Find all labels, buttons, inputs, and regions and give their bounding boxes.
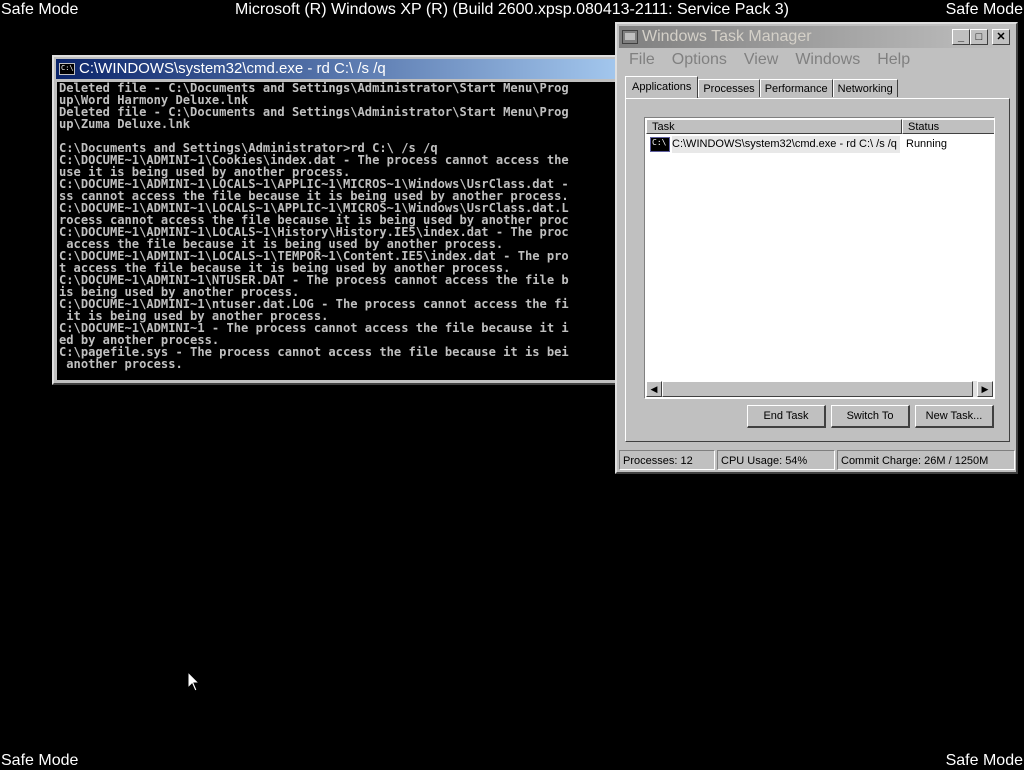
status-processes: Processes: 12 — [619, 450, 715, 470]
status-cpu-usage: CPU Usage: 54% — [717, 450, 835, 470]
horizontal-scrollbar[interactable]: ◀ ▶ — [646, 381, 993, 397]
minimize-button[interactable]: _ — [952, 29, 970, 45]
task-manager-title-text: Windows Task Manager — [642, 28, 812, 45]
scroll-left-arrow-icon[interactable]: ◀ — [646, 381, 662, 397]
safe-mode-label-bottom-right: Safe Mode — [945, 752, 1023, 769]
status-commit-charge: Commit Charge: 26M / 1250M — [837, 450, 1015, 470]
column-header-task[interactable]: Task — [646, 119, 902, 134]
menu-file[interactable]: File — [621, 50, 664, 70]
tab-performance[interactable]: Performance — [759, 79, 833, 97]
menu-bar: File Options View Windows Help — [621, 50, 919, 70]
column-header-status[interactable]: Status — [902, 119, 994, 134]
switch-to-button[interactable]: Switch To — [831, 405, 910, 428]
menu-view[interactable]: View — [736, 50, 787, 70]
cmd-title-text: C:\WINDOWS\system32\cmd.exe - rd C:\ /s … — [79, 60, 386, 77]
status-bar: Processes: 12 CPU Usage: 54% Commit Char… — [619, 450, 1015, 470]
task-manager-window[interactable]: Windows Task Manager _ □ ✕ File Options … — [615, 22, 1018, 474]
menu-help[interactable]: Help — [869, 50, 919, 70]
applications-panel: Task Status C:\WINDOWS\system32\cmd.exe … — [625, 98, 1010, 442]
cmd-icon — [59, 63, 75, 75]
scroll-right-arrow-icon[interactable]: ▶ — [977, 381, 993, 397]
safe-mode-label-bottom-left: Safe Mode — [1, 752, 79, 769]
new-task-button[interactable]: New Task... — [915, 405, 994, 428]
task-row[interactable]: C:\WINDOWS\system32\cmd.exe - rd C:\ /s … — [648, 136, 993, 153]
cmd-window[interactable]: C:\WINDOWS\system32\cmd.exe - rd C:\ /s … — [52, 55, 632, 385]
task-name: C:\WINDOWS\system32\cmd.exe - rd C:\ /s … — [672, 136, 900, 153]
cmd-title-bar[interactable]: C:\WINDOWS\system32\cmd.exe - rd C:\ /s … — [56, 59, 628, 79]
cmd-console[interactable]: Deleted file - C:\Documents and Settings… — [57, 82, 627, 380]
task-list[interactable]: Task Status C:\WINDOWS\system32\cmd.exe … — [644, 117, 995, 399]
task-status: Running — [906, 138, 947, 150]
end-task-button[interactable]: End Task — [747, 405, 826, 428]
tab-networking[interactable]: Networking — [832, 79, 898, 97]
tab-applications[interactable]: Applications — [625, 76, 699, 98]
menu-options[interactable]: Options — [664, 50, 736, 70]
menu-windows[interactable]: Windows — [787, 50, 869, 70]
mouse-pointer-icon — [187, 670, 201, 697]
task-manager-title-bar[interactable]: Windows Task Manager _ □ ✕ — [619, 26, 1014, 48]
os-version-banner: Microsoft (R) Windows XP (R) (Build 2600… — [234, 1, 789, 18]
tab-processes[interactable]: Processes — [698, 79, 760, 97]
close-button[interactable]: ✕ — [992, 29, 1010, 45]
cmd-output: Deleted file - C:\Documents and Settings… — [59, 82, 569, 380]
cmd-task-icon — [650, 137, 670, 152]
scrollbar-thumb[interactable] — [662, 381, 973, 397]
safe-mode-label-top-right: Safe Mode — [945, 1, 1023, 18]
task-manager-icon — [622, 30, 638, 44]
tab-strip: Applications Processes Performance Netwo… — [625, 76, 898, 98]
maximize-button[interactable]: □ — [970, 29, 988, 45]
